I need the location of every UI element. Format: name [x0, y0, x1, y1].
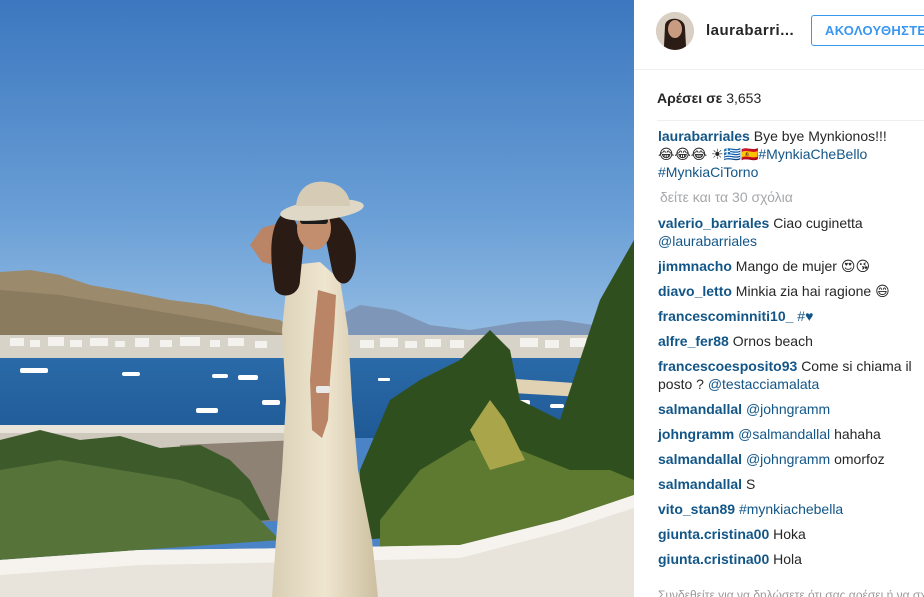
comments-list: laurabarriales Bye bye Mynkionos!!! 😂😂😂 … [658, 127, 924, 575]
comment-username[interactable]: valerio_barriales [658, 215, 769, 231]
comment-row: giunta.cristina00 Hola [658, 550, 924, 568]
comment-username[interactable]: salmandallal [658, 476, 742, 492]
caption-hashtag[interactable]: #MynkiaCiTorno [658, 164, 758, 180]
comment-row: diavo_letto Minkia zia hai ragione 😄 [658, 282, 924, 300]
post-header: laurabarri... ΑΚΟΛΟΥΘΗΣΤΕ [634, 0, 924, 70]
comment-row: salmandallal @johngramm [658, 400, 924, 418]
divider [657, 120, 924, 121]
comment-row: johngramm @salmandallal hahaha [658, 425, 924, 443]
comment-row: francescoesposito93 Come si chiama il po… [658, 357, 924, 393]
comment-username[interactable]: jimmnacho [658, 258, 732, 274]
comment-mention[interactable]: @testacciamalata [708, 376, 819, 392]
caption-text: Bye bye Mynkionos!!! [753, 128, 887, 144]
likes-label: Αρέσει σε [657, 90, 723, 106]
avatar-image [656, 12, 694, 50]
comment-row: salmandallal @johngramm omorfoz [658, 450, 924, 468]
comment-row: francescominniti10_ #♥ [658, 307, 924, 325]
comment-mention[interactable]: @salmandallal [738, 426, 830, 442]
comment-text: Mango de mujer 😍😘 [735, 258, 871, 274]
comment-mention[interactable]: @laurabarriales [658, 233, 757, 249]
post-photo[interactable] [0, 0, 634, 597]
comment-username[interactable]: salmandallal [658, 451, 742, 467]
caption-emoji: 😂😂😂 ☀🇬🇷🇪🇸 [658, 146, 759, 162]
comment-text: hahaha [834, 426, 881, 442]
comment-hashtag[interactable]: #mynkiachebella [739, 501, 843, 517]
comment-username[interactable]: johngramm [658, 426, 734, 442]
comment-username[interactable]: vito_stan89 [658, 501, 735, 517]
comment-text: Minkia zia hai ragione 😄 [735, 283, 890, 299]
post-caption: laurabarriales Bye bye Mynkionos!!! 😂😂😂 … [658, 127, 920, 181]
follow-button[interactable]: ΑΚΟΛΟΥΘΗΣΤΕ [811, 15, 924, 46]
comment-username[interactable]: alfre_fer88 [658, 333, 729, 349]
caption-hashtag[interactable]: #MynkiaCheBello [758, 146, 867, 162]
comment-text: Ornos beach [732, 333, 813, 349]
comment-username[interactable]: diavo_letto [658, 283, 732, 299]
login-prompt[interactable]: Συνδεθείτε για να δηλώσετε ότι σας αρέσε… [658, 588, 924, 597]
comment-row: jimmnacho Mango de mujer 😍😘 [658, 257, 924, 275]
comment-mention[interactable]: @johngramm [746, 451, 830, 467]
comment-row: alfre_fer88 Ornos beach [658, 332, 924, 350]
comment-hashtag[interactable]: #♥ [797, 308, 813, 324]
comment-row: valerio_barriales Ciao cuginetta @laurab… [658, 214, 924, 250]
avatar[interactable] [656, 12, 694, 50]
likes-summary[interactable]: Αρέσει σε 3,653 [657, 90, 761, 106]
comment-username[interactable]: salmandallal [658, 401, 742, 417]
comment-text: S [745, 476, 756, 492]
comment-row: vito_stan89 #mynkiachebella [658, 500, 924, 518]
comment-row: salmandallal S [658, 475, 924, 493]
comment-row: giunta.cristina00 Hoka [658, 525, 924, 543]
comment-text: omorfoz [834, 451, 885, 467]
post-sidebar: laurabarri... ΑΚΟΛΟΥΘΗΣΤΕ Αρέσει σε 3,65… [634, 0, 924, 597]
view-all-comments-link[interactable]: δείτε και τα 30 σχόλια [658, 188, 924, 206]
comment-username[interactable]: giunta.cristina00 [658, 526, 769, 542]
comment-username[interactable]: francescominniti10_ [658, 308, 793, 324]
likes-count: 3,653 [726, 90, 762, 106]
comment-username[interactable]: giunta.cristina00 [658, 551, 769, 567]
post-photo-illustration [0, 0, 634, 597]
comment-username[interactable]: francescoesposito93 [658, 358, 797, 374]
caption-username[interactable]: laurabarriales [658, 128, 750, 144]
comment-text: Hola [773, 551, 802, 567]
comment-mention[interactable]: @johngramm [746, 401, 830, 417]
comment-text: Ciao cuginetta [773, 215, 863, 231]
post-author-username[interactable]: laurabarri... [706, 22, 794, 39]
comment-text: Hoka [773, 526, 806, 542]
